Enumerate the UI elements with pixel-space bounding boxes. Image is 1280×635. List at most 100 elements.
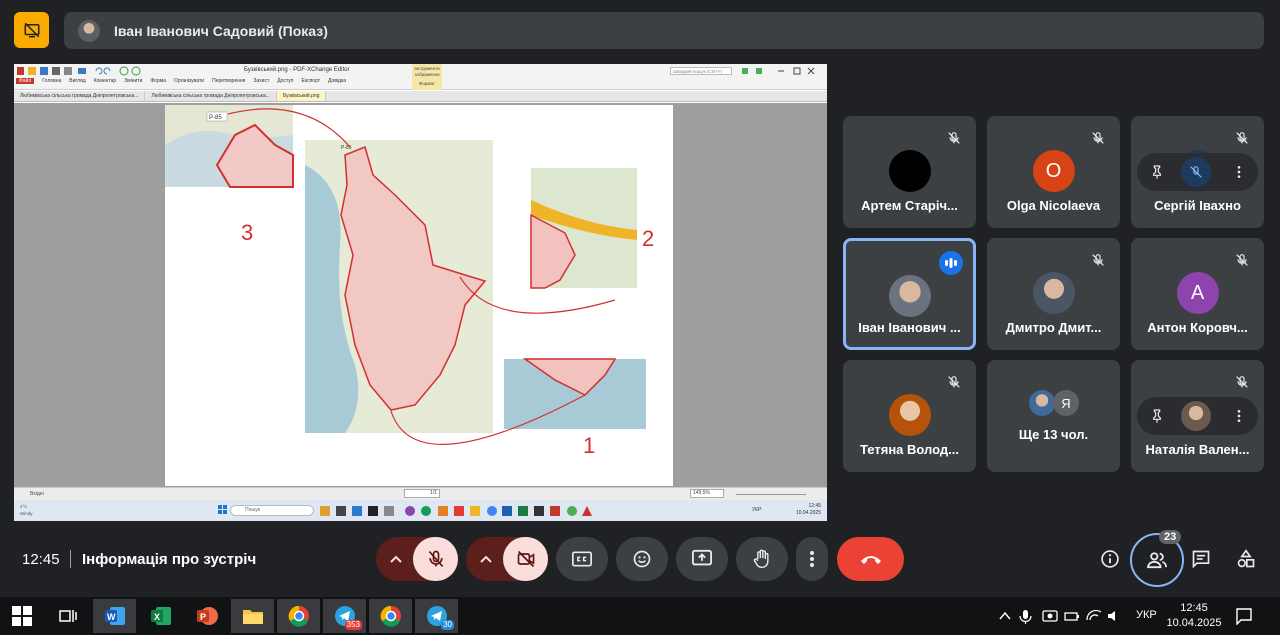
- menu-file[interactable]: Файл: [16, 78, 35, 84]
- taskbar-telegram-2[interactable]: 30: [415, 599, 458, 633]
- participant-avatar: A: [1176, 272, 1219, 314]
- participant-tile[interactable]: O Olga Nicolaeva: [987, 116, 1120, 228]
- doc-tab-2[interactable]: Любимівська сільська громада Дніпропетро…: [145, 91, 277, 101]
- hang-up-icon: [860, 556, 881, 564]
- meeting-details-button[interactable]: [1098, 547, 1122, 571]
- task-view-button[interactable]: [46, 599, 89, 633]
- participant-tile[interactable]: Артем Старіч...: [843, 116, 976, 228]
- info-icon: [1101, 550, 1119, 568]
- quick-search-input[interactable]: Швидкий пошук (Ctrl+F): [670, 67, 732, 75]
- participant-tile[interactable]: Іван Іванович ...: [843, 238, 976, 350]
- emoji-reactions-button[interactable]: [616, 537, 668, 581]
- menu-home[interactable]: Головна: [42, 78, 61, 84]
- document-page: P-85 P-85 3 2 1: [165, 105, 673, 486]
- taskbar-word[interactable]: W: [93, 599, 136, 633]
- participant-name: Тетяна Волод...: [860, 442, 959, 457]
- present-screen-icon: [692, 549, 712, 566]
- camera-off-icon: [517, 550, 534, 568]
- pdf-editor-toolbar: Бузківський.png - PDF-XChange Editor Інс…: [14, 64, 827, 90]
- notification-icon: [1236, 608, 1252, 625]
- participant-name: Іван Іванович ...: [858, 320, 961, 335]
- notifications-button[interactable]: [1226, 599, 1262, 633]
- menu-protect[interactable]: Захист: [253, 78, 269, 84]
- activities-button[interactable]: [1234, 547, 1258, 571]
- mic-off-icon: [1190, 166, 1202, 178]
- presenter-bar[interactable]: Іван Іванович Садовий (Показ): [64, 12, 1264, 49]
- word-icon: W: [104, 607, 125, 625]
- excel-icon: X: [150, 607, 171, 625]
- presenter-name: Іван Іванович Садовий (Показ): [114, 22, 328, 39]
- shared-taskbar-search[interactable]: Пошук: [230, 505, 314, 516]
- pin-icon[interactable]: [1149, 408, 1165, 424]
- others-avatar-2: Я: [1053, 390, 1079, 416]
- others-tile[interactable]: Я Ще 13 чол.: [987, 360, 1120, 472]
- menu-comment[interactable]: Коментар: [94, 78, 116, 84]
- participant-tile[interactable]: Наталія Вален...: [1131, 360, 1264, 472]
- window-controls[interactable]: [738, 66, 818, 76]
- participant-avatar: [888, 394, 931, 436]
- participant-tile[interactable]: Сергій Івахно: [1131, 116, 1264, 228]
- mic-toggle-button[interactable]: [413, 537, 458, 581]
- mic-off-icon: [1236, 254, 1248, 266]
- taskbar-powerpoint[interactable]: P: [185, 599, 228, 633]
- captions-button[interactable]: [556, 537, 608, 581]
- chrome-icon: [380, 605, 401, 627]
- shared-clock: 12:45 10.04.2025: [795, 503, 821, 516]
- chat-button[interactable]: [1189, 547, 1213, 571]
- map-label-3: 3: [241, 220, 253, 245]
- system-tray-icons[interactable]: [998, 608, 1123, 624]
- camera-options-button[interactable]: [466, 537, 506, 581]
- camera-toggle-button[interactable]: [503, 537, 548, 581]
- taskbar-excel[interactable]: X: [139, 599, 182, 633]
- map-label-1: 1: [583, 433, 595, 458]
- start-button[interactable]: [0, 599, 43, 633]
- activities-icon: [1237, 549, 1255, 568]
- system-clock[interactable]: 12:45 10.04.2025: [1166, 601, 1222, 631]
- taskbar-file-explorer[interactable]: [231, 599, 274, 633]
- status-left: Вхідні: [30, 491, 44, 497]
- zoom-slider[interactable]: [736, 494, 806, 495]
- participant-tile[interactable]: A Антон Коровч...: [1131, 238, 1264, 350]
- taskbar-chrome-2[interactable]: [369, 599, 412, 633]
- raise-hand-button[interactable]: [736, 537, 788, 581]
- taskbar-chrome-1[interactable]: [277, 599, 320, 633]
- taskbar-telegram-1[interactable]: 353: [323, 599, 366, 633]
- participant-name: Сергій Івахно: [1154, 198, 1241, 213]
- people-button[interactable]: 23: [1130, 530, 1184, 587]
- meeting-info-label[interactable]: Інформація про зустріч: [82, 551, 256, 568]
- telegram-badge: 353: [344, 620, 362, 630]
- more-options-icon[interactable]: [1231, 164, 1247, 180]
- shared-start-icon[interactable]: [218, 505, 228, 515]
- doc-tab-1[interactable]: Любимівська сільська громада Дніпропетро…: [14, 91, 146, 101]
- svg-text:W: W: [107, 612, 116, 622]
- menu-help[interactable]: Довідка: [328, 78, 346, 84]
- leave-call-button[interactable]: [837, 537, 904, 581]
- task-view-icon: [58, 610, 77, 622]
- zoom-input[interactable]: 149,5%: [690, 489, 724, 498]
- menu-form[interactable]: Форма: [150, 78, 166, 84]
- more-options-button[interactable]: [796, 537, 828, 581]
- menu-edit[interactable]: Змінити: [124, 78, 142, 84]
- present-screen-button[interactable]: [676, 537, 728, 581]
- participant-tile[interactable]: Дмитро Дмит...: [987, 238, 1120, 350]
- language-indicator[interactable]: УКР: [1136, 609, 1157, 621]
- participant-tile[interactable]: Тетяна Волод...: [843, 360, 976, 472]
- muted-indicator: [1181, 157, 1211, 187]
- svg-text:P-85: P-85: [341, 145, 352, 151]
- participant-avatar: [888, 275, 931, 317]
- doc-tab-3[interactable]: Бузківський.png: [276, 91, 327, 101]
- menu-organize[interactable]: Організувати: [174, 78, 204, 84]
- page-number-input[interactable]: 1/1: [404, 489, 440, 498]
- menu-share[interactable]: Доступ: [277, 78, 293, 84]
- menu-convert[interactable]: Перетворення: [212, 78, 245, 84]
- menu-view[interactable]: Вигляд: [69, 78, 85, 84]
- pin-icon[interactable]: [1149, 164, 1165, 180]
- shared-screen: Бузківський.png - PDF-XChange Editor Інс…: [14, 64, 827, 521]
- image-tools-tab[interactable]: Інструменти зображення Формат: [412, 64, 442, 90]
- presentation-toggle-button[interactable]: [14, 12, 49, 48]
- mic-options-button[interactable]: [376, 537, 416, 581]
- people-icon: [1147, 552, 1167, 569]
- more-options-icon[interactable]: [1231, 408, 1247, 424]
- raise-hand-icon: [753, 549, 769, 569]
- menu-export[interactable]: Експорт: [302, 78, 321, 84]
